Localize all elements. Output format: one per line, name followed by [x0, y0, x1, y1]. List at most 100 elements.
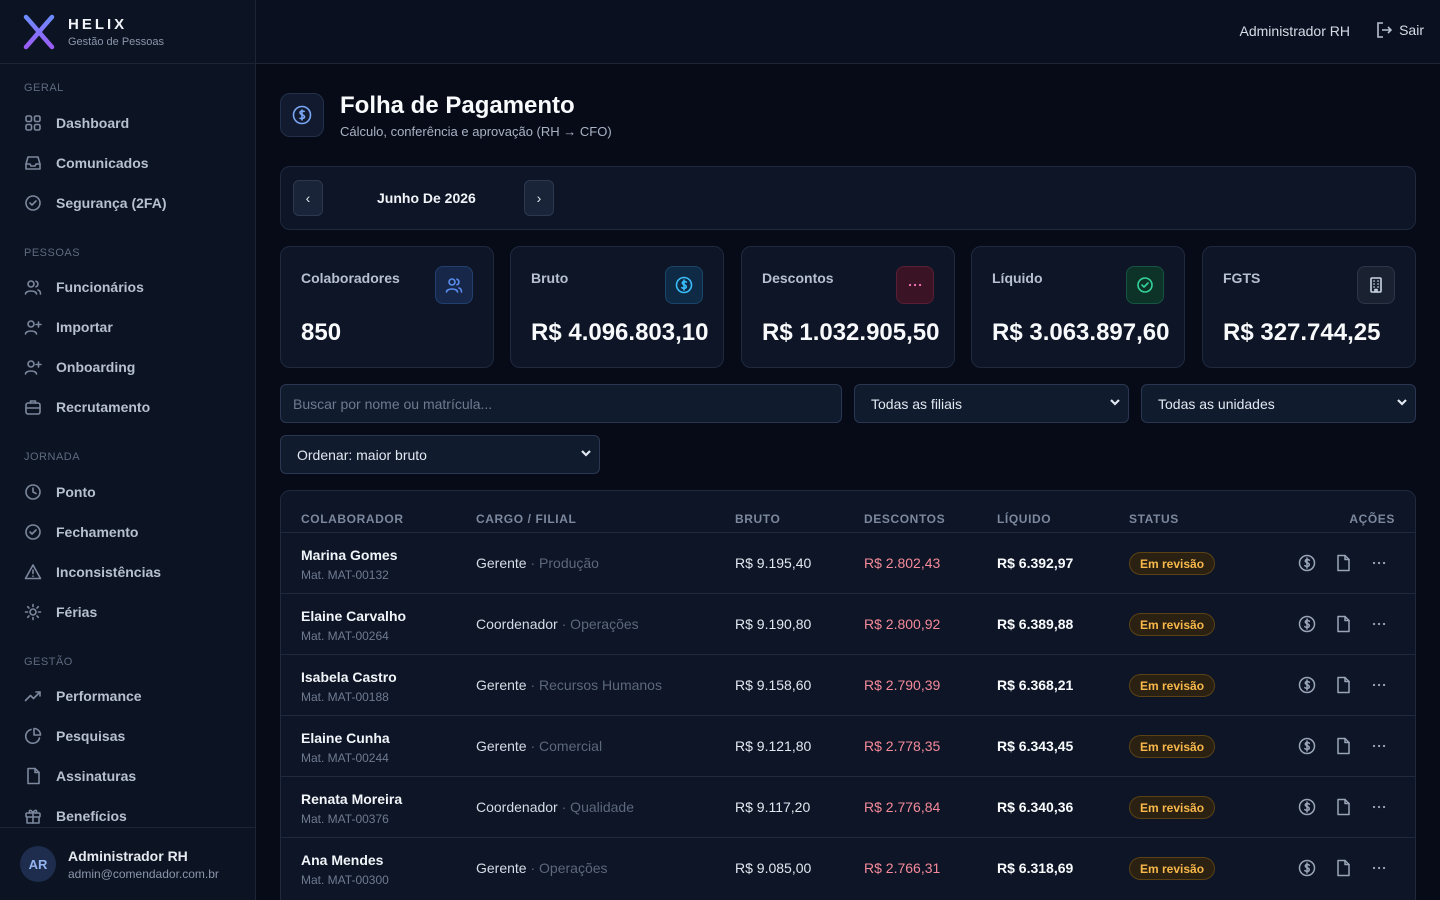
document-icon[interactable] [1333, 858, 1353, 878]
sidebar-item-label: Performance [56, 688, 142, 704]
sidebar-item-pesquisas[interactable]: Pesquisas [14, 718, 242, 754]
filial-text: · Recursos Humanos [526, 677, 662, 693]
file-icon [27, 767, 40, 785]
more-options-icon[interactable] [1369, 675, 1389, 695]
more-options-icon[interactable] [1369, 736, 1389, 756]
table-row[interactable]: Renata Moreira Mat. MAT-00376 Coordenado… [281, 776, 1415, 837]
column-header: STATUS [1129, 512, 1179, 526]
payslip-dollar-icon[interactable] [1297, 675, 1317, 695]
payslip-dollar-icon[interactable] [1297, 553, 1317, 573]
prev-month-button[interactable]: ‹ [293, 180, 323, 216]
document-icon[interactable] [1333, 614, 1353, 634]
sidebar-item-label: Dashboard [56, 115, 130, 131]
kpi-label: Bruto [531, 270, 569, 286]
filial-select-value: Todas as filiais [871, 395, 963, 412]
unidade-select[interactable]: Todas as unidades [1141, 384, 1416, 423]
payslip-dollar-icon[interactable] [1297, 858, 1317, 878]
cargo-text: Gerente [476, 860, 527, 876]
more-options-icon[interactable] [1369, 614, 1389, 634]
more-icon [896, 266, 934, 304]
dollar-icon [292, 105, 312, 125]
table-row[interactable]: Ana Mendes Mat. MAT-00300 Gerente · Oper… [281, 837, 1415, 898]
check-circle-icon [25, 195, 41, 211]
document-icon[interactable] [1333, 553, 1353, 573]
sidebar-item-ferias[interactable]: Férias [14, 594, 242, 630]
employee-name: Isabela Castro [301, 669, 397, 685]
document-icon[interactable] [1333, 797, 1353, 817]
sidebar-item-recrutamento[interactable]: Recrutamento [14, 389, 242, 425]
employee-name: Marina Gomes [301, 547, 398, 563]
sidebar-item-comunicados[interactable]: Comunicados [14, 145, 242, 181]
cargo-text: Gerente [476, 738, 527, 754]
table-row[interactable]: Isabela Castro Mat. MAT-00188 Gerente · … [281, 654, 1415, 715]
document-icon[interactable] [1333, 675, 1353, 695]
kpi-fgts: FGTS R$ 327.744,25 [1202, 246, 1416, 368]
building-icon [1357, 266, 1395, 304]
payslip-dollar-icon[interactable] [1297, 614, 1317, 634]
sidebar-item-funcionarios[interactable]: Funcionários [14, 269, 242, 305]
sidebar-item-label: Funcionários [56, 279, 144, 295]
employee-cargo: Gerente · Operações [476, 860, 608, 876]
nav-section-gestao: GESTÃO [24, 656, 73, 668]
sidebar-item-assinaturas[interactable]: Assinaturas [14, 758, 242, 794]
bruto-value: R$ 9.117,20 [735, 799, 811, 815]
kpi-label: Descontos [762, 270, 834, 286]
employee-name: Elaine Carvalho [301, 608, 407, 624]
sidebar-item-dashboard[interactable]: Dashboard [14, 105, 242, 141]
more-options-icon[interactable] [1369, 797, 1389, 817]
kpi-label: Líquido [992, 270, 1043, 286]
chevron-down-icon [1110, 399, 1120, 406]
table-row[interactable]: Marina Gomes Mat. MAT-00132 Gerente · Pr… [281, 532, 1415, 593]
unidade-select-value: Todas as unidades [1158, 395, 1275, 412]
logout-label: Sair [1399, 22, 1424, 38]
sidebar-item-seguranca[interactable]: Segurança (2FA) [14, 185, 242, 221]
payslip-dollar-icon[interactable] [1297, 797, 1317, 817]
sidebar-item-ponto[interactable]: Ponto [14, 474, 242, 510]
clock-icon [25, 484, 41, 500]
descontos-value: R$ 2.778,35 [864, 738, 941, 754]
filial-text: · Operações [526, 860, 608, 876]
sun-icon [24, 603, 42, 621]
sidebar-item-importar[interactable]: Importar [14, 309, 242, 345]
sidebar-item-fechamento[interactable]: Fechamento [14, 514, 242, 550]
sidebar-item-onboarding[interactable]: Onboarding [14, 349, 242, 385]
employee-mat: Mat. MAT-00244 [301, 751, 389, 765]
table-row[interactable]: Elaine Carvalho Mat. MAT-00264 Coordenad… [281, 593, 1415, 654]
more-options-icon[interactable] [1369, 553, 1389, 573]
bruto-value: R$ 9.121,80 [735, 738, 812, 754]
employee-mat: Mat. MAT-00188 [301, 690, 389, 704]
document-icon[interactable] [1333, 736, 1353, 756]
filial-text: · Comercial [526, 738, 603, 754]
filial-select[interactable]: Todas as filiais [854, 384, 1129, 423]
search-input[interactable]: Buscar por nome ou matrícula... [280, 384, 842, 423]
sidebar-item-inconsistencias[interactable]: Inconsistências [14, 554, 242, 590]
employee-cargo: Coordenador · Operações [476, 616, 639, 632]
user-profile[interactable]: AR Administrador RH admin@comendador.com… [0, 827, 255, 900]
next-month-button[interactable]: › [524, 180, 554, 216]
check-circle-icon [25, 524, 41, 540]
logout-icon [1377, 22, 1393, 38]
more-options-icon[interactable] [1369, 858, 1389, 878]
payslip-dollar-icon[interactable] [1297, 736, 1317, 756]
descontos-value: R$ 2.802,43 [864, 555, 941, 571]
liquido-value: R$ 6.318,69 [997, 860, 1074, 876]
pie-chart-icon [24, 727, 42, 745]
alert-triangle-icon [24, 564, 42, 580]
brand[interactable]: HELIX Gestão de Pessoas [0, 0, 255, 64]
sidebar-item-performance[interactable]: Performance [14, 678, 242, 714]
status-badge: Em revisão [1129, 735, 1216, 758]
page-icon [280, 93, 324, 137]
cargo-text: Gerente [476, 555, 527, 571]
sort-select[interactable]: Ordenar: maior bruto [280, 435, 600, 474]
table-row[interactable]: Elaine Cunha Mat. MAT-00244 Gerente · Co… [281, 715, 1415, 776]
nav-section-jornada: JORNADA [24, 451, 81, 463]
descontos-value: R$ 2.790,39 [864, 677, 941, 693]
sidebar-item-label: Recrutamento [56, 399, 151, 415]
kpi-label: FGTS [1223, 270, 1261, 286]
employee-name: Renata Moreira [301, 791, 403, 807]
cargo-text: Coordenador [476, 799, 558, 815]
column-header: BRUTO [735, 512, 781, 526]
logout-button[interactable]: Sair [1375, 21, 1424, 39]
users-icon [24, 280, 42, 295]
kpi-descontos: Descontos R$ 1.032.905,50 [741, 246, 955, 368]
